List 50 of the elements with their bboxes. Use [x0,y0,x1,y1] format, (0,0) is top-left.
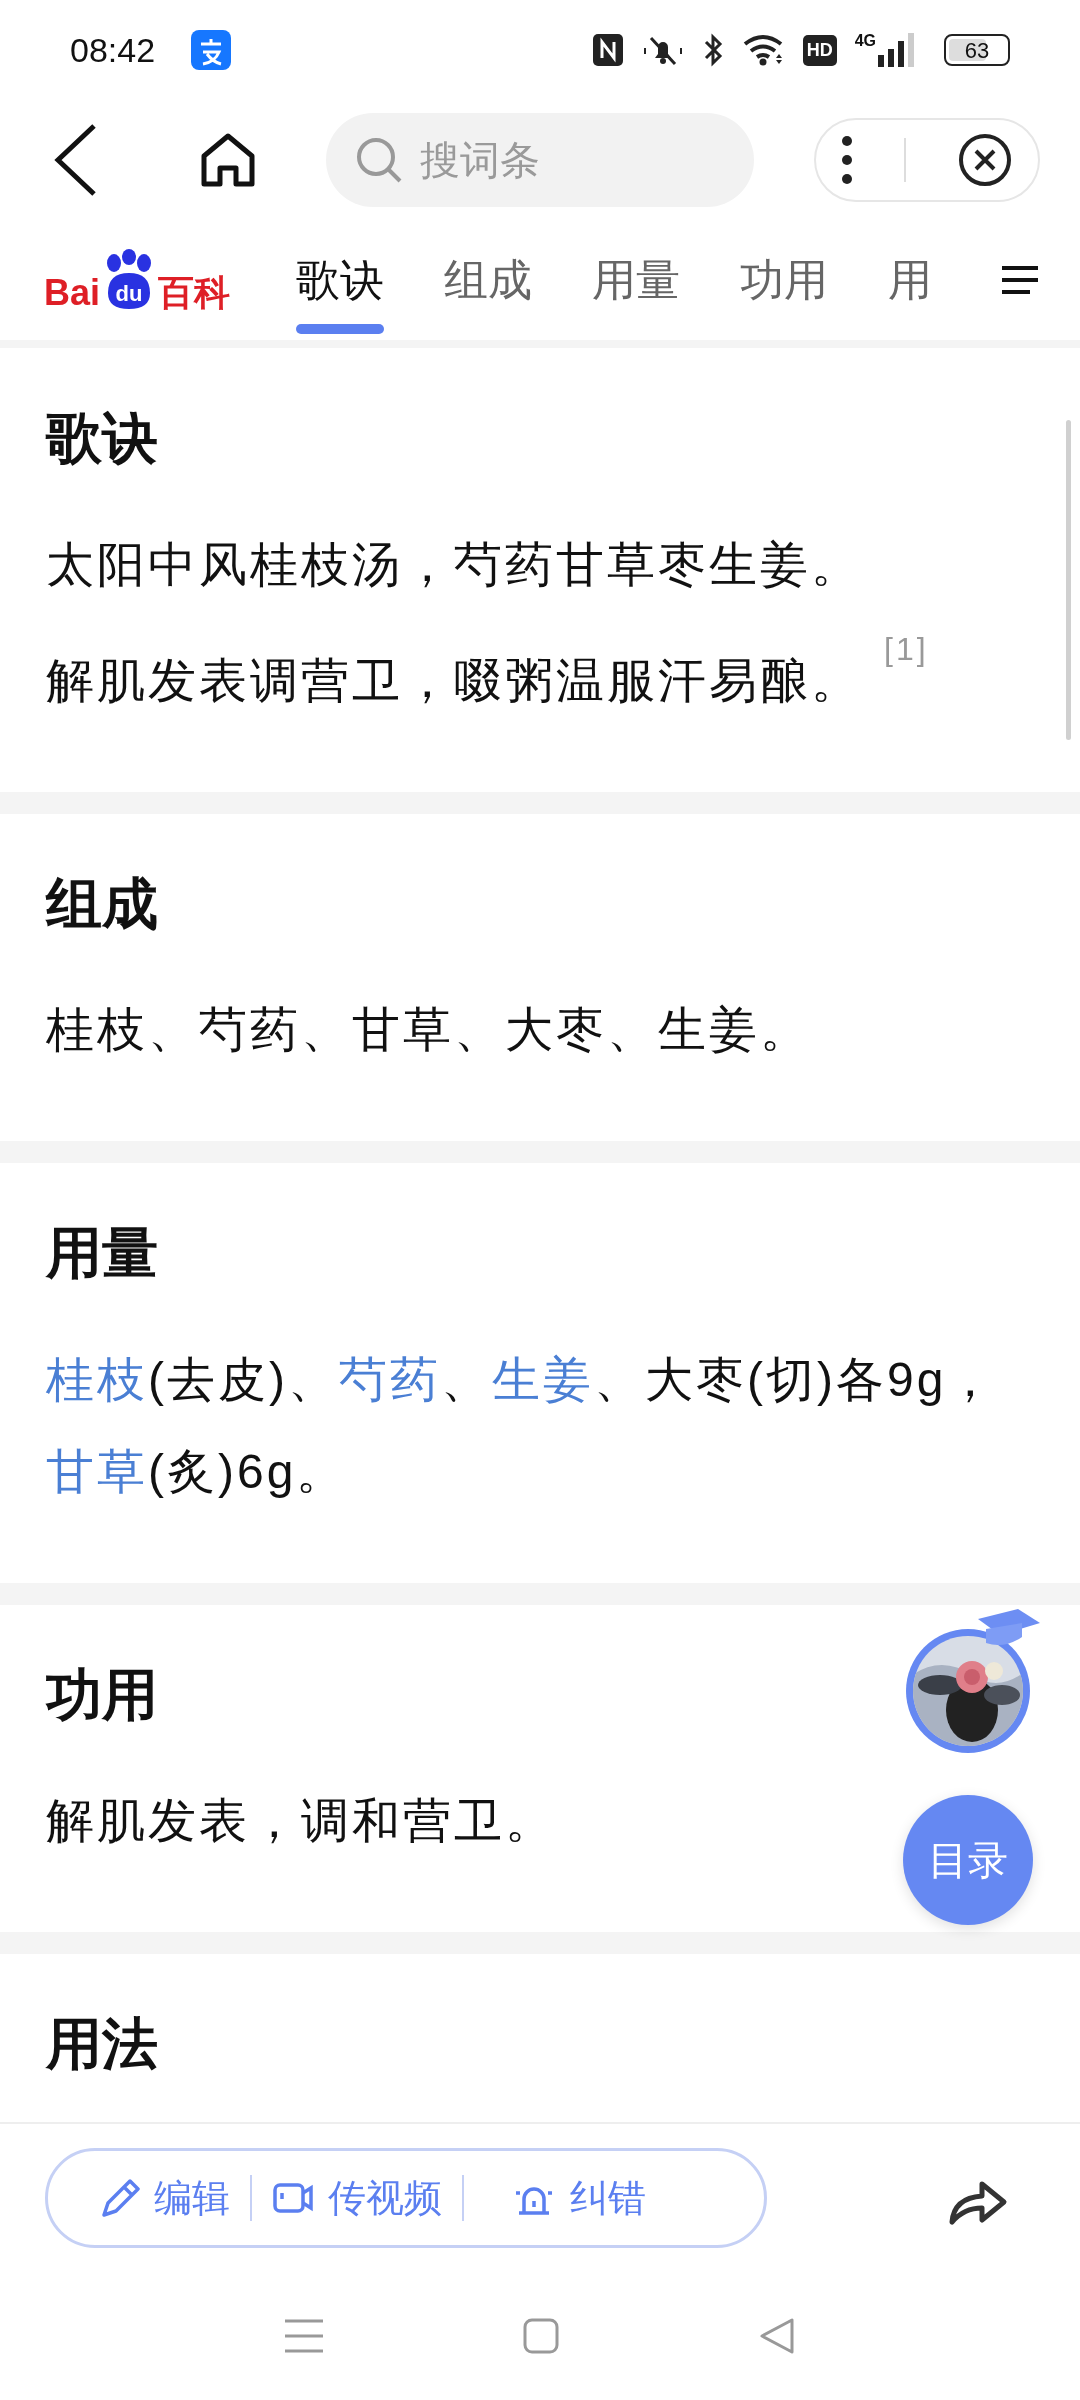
logo-text: Bai [44,275,101,311]
close-button[interactable] [956,132,1013,188]
home-icon [200,132,256,188]
nfc-icon [592,34,623,66]
toolbar-action[interactable]: 纠错 [464,2169,666,2227]
clock-time: 08:42 [70,29,156,71]
menu-icon [1000,264,1040,296]
more-button[interactable] [841,135,854,185]
section-tab[interactable]: 用 [858,220,963,340]
back-nav-button[interactable] [759,2317,795,2355]
app-icon [191,30,232,70]
paragraph: 桂枝(去皮)、芍药、生姜、大枣(切)各9g， 甘草(炙)6g。 [46,1351,999,1500]
section-heading: 用法 [46,2011,158,2078]
logo-text: du [115,283,143,308]
battery-percent: 63 [964,36,990,65]
term-link[interactable]: 生姜 [491,1352,594,1406]
search-bar[interactable]: 搜词条 [326,113,754,207]
section-tab[interactable]: 歌诀 [266,220,415,340]
menu-icon [285,2318,323,2354]
term-link[interactable]: 桂枝 [46,1352,148,1406]
graduation-cap-icon [978,1609,1040,1645]
term-link[interactable]: 甘草 [46,1444,148,1498]
toolbar-action[interactable]: 编辑 [78,2169,250,2227]
paragraph: 解肌发表，调和营卫。 [46,1793,556,1850]
bluetooth-icon [702,33,725,67]
section-heading: 歌诀 [46,405,158,471]
recents-button[interactable] [285,2318,323,2354]
section-heading: 用量 [46,1220,158,1287]
paragraph: 太阳中风桂枝汤，芍药甘草枣生姜。 [46,536,862,593]
section-heading: 组成 [46,870,158,937]
term-link[interactable]: 芍药 [338,1352,441,1406]
section-heading: 功用 [46,1661,158,1728]
menu-button[interactable] [1000,264,1040,296]
section-tab[interactable]: 功用 [710,220,859,340]
hd-indicator: HD [802,34,837,66]
search-field[interactable]: 搜词条 [418,129,678,191]
section-tab[interactable]: 用量 [562,220,711,340]
close-icon [956,132,1013,188]
toolbar-action[interactable]: 传视频 [252,2169,462,2227]
square-icon [523,2318,559,2354]
logo-text: 百科 [158,275,231,311]
paragraph: 桂枝、芍药、甘草、大枣、生姜。 [46,1002,811,1059]
more-icon [841,135,854,185]
home-button[interactable] [200,132,256,188]
section-tab[interactable]: 组成 [414,220,563,340]
triangle-icon [759,2317,795,2355]
wifi-icon [742,34,785,66]
search-icon [354,135,404,185]
home-nav-button[interactable] [523,2318,559,2354]
network-label: 4G [854,33,876,49]
